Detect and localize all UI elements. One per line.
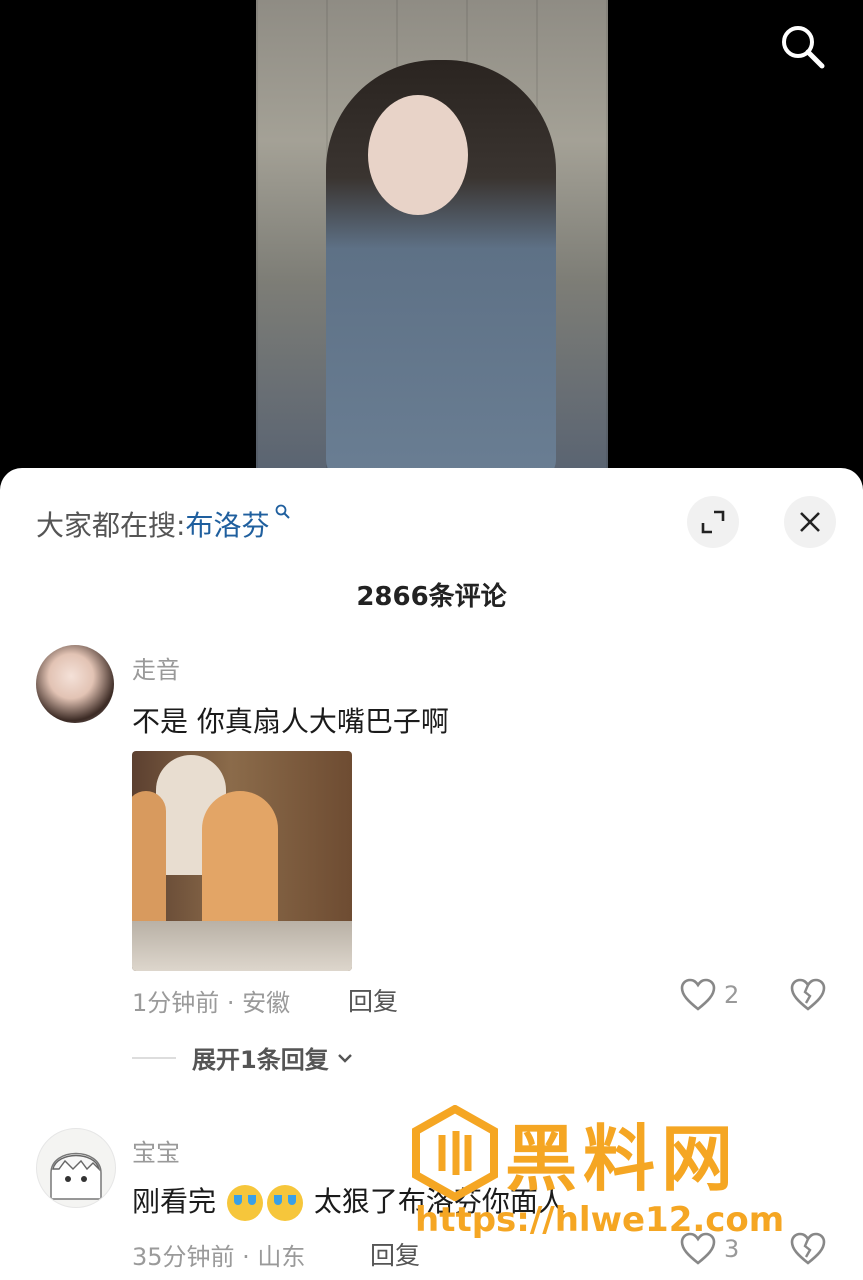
cat-figure [132,791,166,941]
search-icon[interactable] [778,22,826,70]
dislike-button[interactable] [790,978,826,1012]
comment-time-location: 1分钟前 · 安徽 [132,989,291,1017]
chevron-down-icon [337,1053,352,1063]
reply-button[interactable]: 回复 [370,1236,420,1272]
hot-search-bar[interactable]: 大家都在搜:布洛芬 [36,504,291,544]
comment-username[interactable]: 走音 [132,650,180,685]
comment-count: 2866条评论 [356,582,507,612]
crying-emoji-icon [226,1185,263,1221]
expand-replies[interactable]: 展开1条回复 [132,1040,355,1075]
watermark-logo-icon [412,1105,498,1201]
comment-text: 不是 你真扇人大嘴巴子啊 [132,705,449,738]
divider [132,1056,176,1059]
broken-heart-icon [790,978,826,1011]
video-frame[interactable] [256,0,608,470]
like-count: 2 [724,981,740,1009]
like-button[interactable]: 2 [680,978,739,1012]
comment-username[interactable]: 宝宝 [132,1133,180,1168]
avatar[interactable] [36,1128,116,1208]
expand-icon [701,510,725,534]
hot-search-keyword[interactable]: 布洛芬 [185,509,269,542]
search-small-icon [269,504,290,524]
watermark-title: 黑料网 [505,1117,740,1201]
image-floor [132,921,352,971]
watermark: 黑料网 https://hlwe12.com [405,1100,845,1240]
reply-button[interactable]: 回复 [348,982,398,1018]
close-button[interactable] [784,496,836,548]
crying-emoji-icon [266,1185,303,1221]
expand-button[interactable] [687,496,739,548]
hot-search-prefix: 大家都在搜: [36,509,186,542]
video-subject-face [368,95,468,215]
avatar[interactable] [36,645,114,723]
expand-replies-label: 展开1条回复 [192,1046,329,1074]
comment-image[interactable] [132,751,352,971]
close-icon [800,512,820,532]
watermark-url: https://hlwe12.com [415,1200,785,1240]
heart-icon [680,978,716,1011]
comment-time-location: 35分钟前 · 山东 [132,1243,306,1271]
video-player[interactable] [0,0,863,470]
comment-text-part: 刚看完 [132,1185,217,1218]
